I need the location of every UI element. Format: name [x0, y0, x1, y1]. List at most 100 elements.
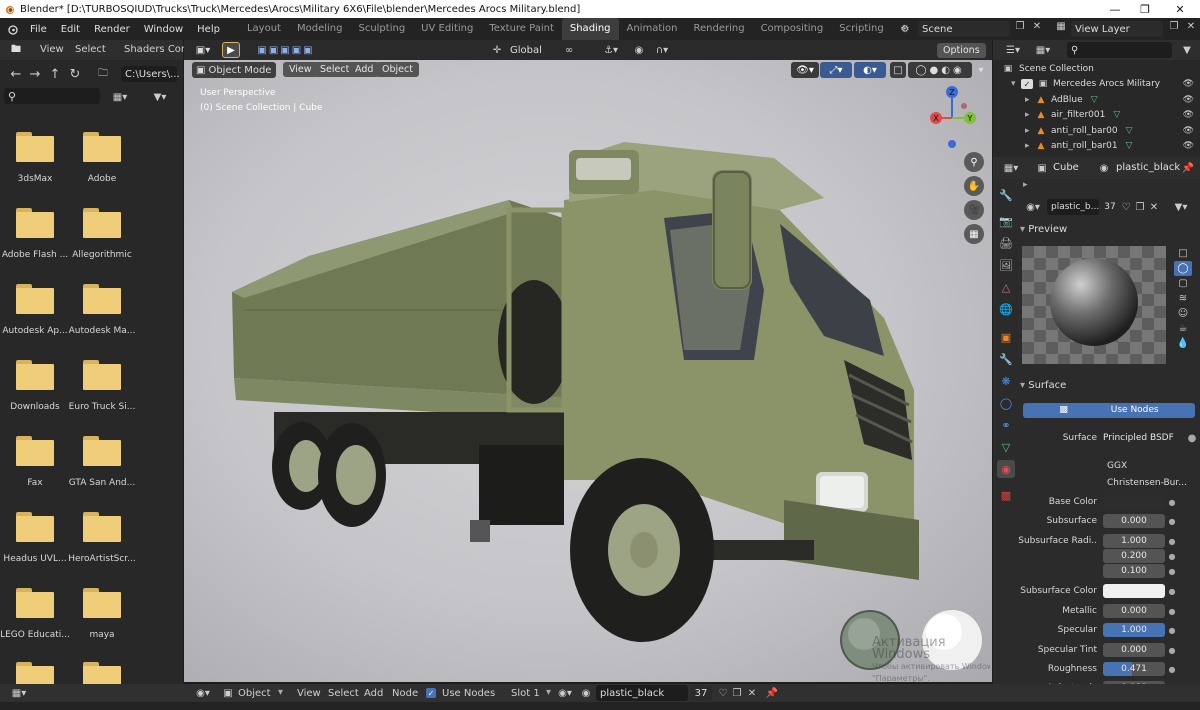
- preview-hair-icon[interactable]: ≋: [1174, 291, 1192, 306]
- outliner-row[interactable]: ▸ ▲ anti_roll_bar00 ▽ 👁: [993, 123, 1200, 139]
- link-socket-icon[interactable]: ●: [1165, 646, 1179, 655]
- subsurface-method-dropdown[interactable]: Christensen-Bur...: [1103, 475, 1187, 491]
- back-icon[interactable]: ←: [8, 66, 24, 82]
- timeline-editor-icon[interactable]: ▦▾: [8, 685, 30, 701]
- shader-material-field[interactable]: plastic_black: [596, 685, 688, 701]
- new-scene-icon[interactable]: ❐: [1013, 21, 1027, 32]
- use-nodes-button[interactable]: ▩ Use Nodes: [1023, 403, 1195, 418]
- menu-file[interactable]: File: [23, 24, 54, 35]
- properties-editor-type-icon[interactable]: ▦▾: [1001, 160, 1021, 176]
- forward-icon[interactable]: →: [27, 66, 43, 82]
- material-browse-icon[interactable]: ◉▾: [556, 685, 574, 701]
- shader-menu-select[interactable]: Select: [328, 688, 359, 699]
- link-socket-icon[interactable]: ●: [1165, 537, 1179, 546]
- material-name-field[interactable]: plastic_b...: [1047, 199, 1099, 215]
- link-socket-icon[interactable]: ●: [1165, 552, 1179, 561]
- close-icon[interactable]: ✕: [1165, 0, 1195, 18]
- eye-icon[interactable]: 👁: [1183, 126, 1194, 136]
- folder-item[interactable]: maya: [67, 588, 137, 640]
- folder-item[interactable]: Downloads: [0, 360, 70, 412]
- expand-icon[interactable]: ▸: [1025, 126, 1035, 136]
- outliner-editor-type-icon[interactable]: ☰▾: [1001, 42, 1025, 58]
- value-slider[interactable]: 0.200: [1103, 549, 1165, 563]
- tab-scripting[interactable]: Scripting: [831, 18, 891, 40]
- view-layer-field[interactable]: View Layer: [1071, 21, 1163, 37]
- falloff-icon[interactable]: ∩▾: [652, 42, 672, 58]
- proportional-edit-icon[interactable]: ◉: [632, 42, 646, 58]
- tab-modeling[interactable]: Modeling: [289, 18, 351, 40]
- tab-rendering[interactable]: Rendering: [685, 18, 752, 40]
- blender-menu-icon[interactable]: [3, 19, 23, 39]
- options-button[interactable]: Options: [937, 43, 986, 58]
- delete-scene-icon[interactable]: ✕: [1030, 21, 1044, 32]
- folder-item[interactable]: Adobe Flash ...: [0, 208, 70, 260]
- expand-icon[interactable]: ▸: [1025, 95, 1035, 105]
- folder-item[interactable]: HeroArtistScr...: [67, 512, 137, 564]
- menu-window[interactable]: Window: [137, 24, 190, 35]
- filter-icon[interactable]: ▼▾: [145, 89, 175, 105]
- viewport-editor-type-icon[interactable]: ▣▾: [192, 42, 214, 58]
- object-tab-icon[interactable]: ▣: [997, 328, 1015, 346]
- texture-tab-icon[interactable]: ▩: [997, 486, 1015, 504]
- 3d-viewport[interactable]: ▣ Object Mode View Select Add Object 👁▾ ⤢…: [184, 60, 992, 682]
- world-tab-icon[interactable]: 🌐: [997, 300, 1015, 318]
- tool-tab-icon[interactable]: 🔧: [997, 186, 1015, 204]
- shader-editor-type-icon[interactable]: ◉▾: [192, 685, 214, 701]
- link-mode-icon[interactable]: ▼▾: [1171, 202, 1191, 213]
- shader-menu-view[interactable]: View: [297, 688, 321, 699]
- preview-section-header[interactable]: ▾ Preview: [1020, 224, 1195, 238]
- shader-menu-node[interactable]: Node: [392, 688, 418, 699]
- eye-icon[interactable]: 👁: [1183, 79, 1194, 89]
- folder-item[interactable]: Autodesk Ap...: [0, 284, 70, 336]
- expand-icon[interactable]: ▾: [1011, 79, 1021, 89]
- refresh-icon[interactable]: ↻: [67, 66, 83, 82]
- folder-item[interactable]: Autodesk Ma...: [67, 284, 137, 336]
- value-slider[interactable]: 1.000: [1103, 623, 1165, 637]
- scene-tab-icon[interactable]: △: [997, 278, 1015, 296]
- scene-icon[interactable]: ⚙: [896, 21, 914, 37]
- link-socket-icon[interactable]: ●: [1165, 498, 1179, 507]
- select-tool-icon[interactable]: ▶: [222, 42, 240, 58]
- unlink-material-icon[interactable]: ✕: [745, 685, 759, 701]
- menu-render[interactable]: Render: [87, 24, 137, 35]
- eye-icon[interactable]: 👁: [1183, 95, 1194, 105]
- folder-item[interactable]: Adobe: [67, 132, 137, 184]
- fake-user-icon[interactable]: ♡: [1119, 202, 1133, 213]
- checkbox-icon[interactable]: ✓: [1021, 79, 1033, 90]
- modifier-tab-icon[interactable]: 🔧: [997, 350, 1015, 368]
- parent-directory-icon[interactable]: ↑: [47, 66, 63, 82]
- tab-uv-editing[interactable]: UV Editing: [413, 18, 481, 40]
- data-tab-icon[interactable]: ▽: [997, 438, 1015, 456]
- filter-icon[interactable]: ▼: [1179, 42, 1195, 58]
- pin-icon[interactable]: 📌: [765, 685, 779, 701]
- expand-icon[interactable]: ▸: [1025, 141, 1035, 151]
- selection-mode-icons[interactable]: ▣▣▣▣▣: [252, 42, 320, 58]
- fb-menu-select[interactable]: Select: [75, 44, 106, 55]
- duplicate-material-icon[interactable]: ❐: [1133, 202, 1147, 213]
- material-users-count[interactable]: 37: [1101, 199, 1119, 215]
- preview-flat-icon[interactable]: □: [1174, 246, 1192, 261]
- surface-section-header[interactable]: ▾ Surface: [1020, 380, 1195, 394]
- shader-type-dropdown[interactable]: Object: [238, 688, 271, 699]
- preview-cube-icon[interactable]: ▢: [1174, 276, 1192, 291]
- delete-view-layer-icon[interactable]: ✕: [1184, 21, 1198, 32]
- link-socket-icon[interactable]: ●: [1165, 587, 1179, 596]
- unlink-material-icon[interactable]: ✕: [1147, 202, 1161, 213]
- preview-cloth-icon[interactable]: ☕: [1174, 321, 1192, 336]
- folder-item[interactable]: Headus UVL...: [0, 512, 70, 564]
- value-slider[interactable]: 0.000: [1103, 643, 1165, 657]
- material-tab-icon[interactable]: ◉: [997, 460, 1015, 478]
- color-swatch[interactable]: [1103, 495, 1165, 509]
- display-mode-icon[interactable]: ▦▾: [1031, 42, 1055, 58]
- preview-sphere-icon[interactable]: ◯: [1174, 261, 1192, 276]
- expand-icon[interactable]: ▸: [1025, 110, 1035, 120]
- particles-tab-icon[interactable]: ❋: [997, 372, 1015, 390]
- surface-shader-dropdown[interactable]: Principled BSDF: [1103, 431, 1187, 445]
- outliner-search-input[interactable]: ⚲: [1067, 42, 1172, 58]
- menu-help[interactable]: Help: [190, 24, 227, 35]
- value-slider[interactable]: 0.100: [1103, 564, 1165, 578]
- transform-orientation-dropdown[interactable]: Global: [506, 42, 554, 58]
- folder-item[interactable]: Euro Truck Si...: [67, 360, 137, 412]
- path-field[interactable]: C:\Users\...: [121, 66, 180, 82]
- tab-shading[interactable]: Shading: [561, 18, 619, 40]
